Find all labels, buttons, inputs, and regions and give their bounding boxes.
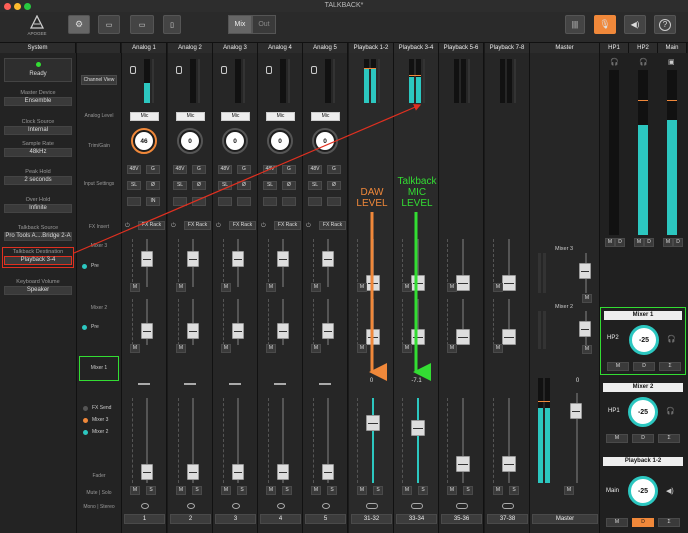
daw-level-annotation: DAW LEVEL	[356, 187, 388, 209]
annotation-overlay	[73, 104, 431, 381]
red-arrow	[73, 104, 422, 254]
talkback-mic-level-annotation: Talkback MIC LEVEL	[397, 176, 437, 209]
